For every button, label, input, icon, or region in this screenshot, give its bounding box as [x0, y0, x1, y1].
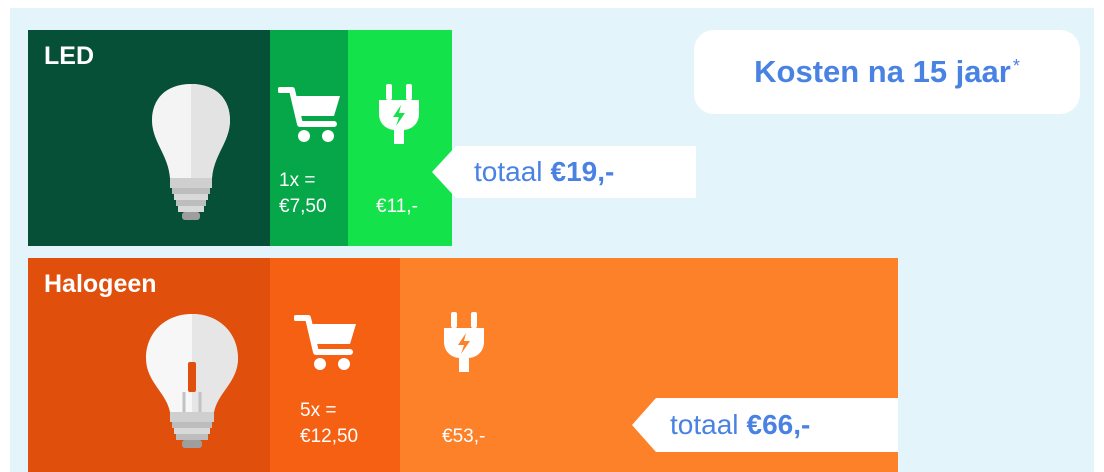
led-total-prefix: totaal: [474, 156, 543, 187]
halogen-bulb-icon: [144, 312, 240, 454]
halogen-purchase-text: 5x = €12,50: [300, 398, 358, 449]
headline-box: Kosten na 15 jaar *: [694, 30, 1080, 114]
led-purchase-count: 1x =: [279, 170, 316, 191]
shopping-cart-icon: [294, 312, 358, 374]
halogen-total-callout: totaal €66,-: [656, 398, 898, 452]
halogen-label: Halogeen: [44, 270, 157, 298]
led-purchase-cost: €7,50: [279, 195, 327, 217]
led-purchase-text: 1x = €7,50: [279, 168, 327, 219]
led-energy-cost: €11,-: [376, 196, 418, 217]
headline-footnote-mark: *: [1012, 55, 1020, 76]
halogen-total-value: €66,-: [746, 409, 811, 440]
halogen-energy-cost: €53,-: [442, 426, 486, 447]
led-total-pointer: [432, 146, 456, 198]
led-total-value: €19,-: [550, 156, 615, 187]
electric-plug-icon: [442, 312, 486, 376]
led-label: LED: [44, 42, 94, 70]
halogen-total-pointer: [632, 398, 656, 452]
electric-plug-icon: [377, 84, 421, 148]
halogen-total-prefix: totaal: [670, 409, 739, 440]
shopping-cart-icon: [278, 84, 342, 146]
led-total-callout: totaal €19,-: [456, 146, 696, 198]
halogen-purchase-cost: €12,50: [300, 425, 359, 447]
halogen-purchase-count: 5x =: [300, 400, 337, 421]
headline-title: Kosten na 15 jaar: [754, 54, 1011, 89]
led-bulb-icon: [150, 82, 232, 224]
